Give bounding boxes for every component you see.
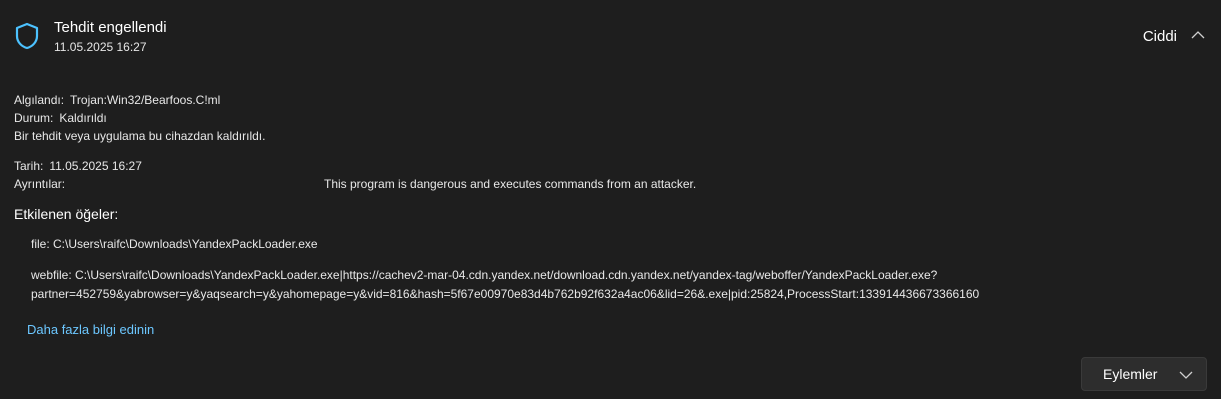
threat-title: Tehdit engellendi: [54, 19, 167, 36]
actions-button[interactable]: Eylemler: [1081, 357, 1207, 391]
status-value: Kaldırıldı: [59, 111, 107, 125]
detected-value: Trojan:Win32/Bearfoos.C!ml: [70, 93, 221, 107]
details-value: This program is dangerous and executes c…: [324, 177, 697, 191]
shield-icon: [15, 22, 39, 50]
affected-file-item: file: C:\Users\raifc\Downloads\YandexPac…: [31, 237, 318, 251]
severity-label: Ciddi: [1142, 28, 1177, 45]
chevron-up-icon[interactable]: [1189, 26, 1207, 44]
affected-webfile-line2: partner=452759&yabrowser=y&yaqsearch=y&y…: [31, 287, 980, 301]
chevron-down-icon: [1179, 371, 1193, 379]
date-row: Tarih: 11.05.2025 16:27: [14, 158, 142, 174]
threat-datetime: 11.05.2025 16:27: [54, 40, 147, 54]
detected-label: Algılandı:: [14, 93, 65, 107]
threat-notification-panel: Tehdit engellendi 11.05.2025 16:27 Ciddi…: [0, 0, 1221, 399]
threat-header[interactable]: Tehdit engellendi 11.05.2025 16:27 Ciddi: [0, 0, 1221, 60]
date-label: Tarih:: [14, 159, 44, 173]
detected-row: Algılandı: Trojan:Win32/Bearfoos.C!ml: [14, 92, 220, 108]
date-value: 11.05.2025 16:27: [49, 159, 142, 173]
affected-items-title: Etkilenen öğeler:: [14, 206, 119, 222]
status-note: Bir tehdit veya uygulama bu cihazdan kal…: [14, 129, 266, 143]
details-label: Ayrıntılar:: [14, 177, 66, 191]
affected-webfile-line1: webfile: C:\Users\raifc\Downloads\Yandex…: [31, 268, 938, 282]
learn-more-link[interactable]: Daha fazla bilgi edinin: [27, 322, 154, 337]
status-row: Durum: Kaldırıldı: [14, 110, 107, 126]
status-label: Durum:: [14, 111, 54, 125]
actions-button-label: Eylemler: [1103, 366, 1158, 382]
